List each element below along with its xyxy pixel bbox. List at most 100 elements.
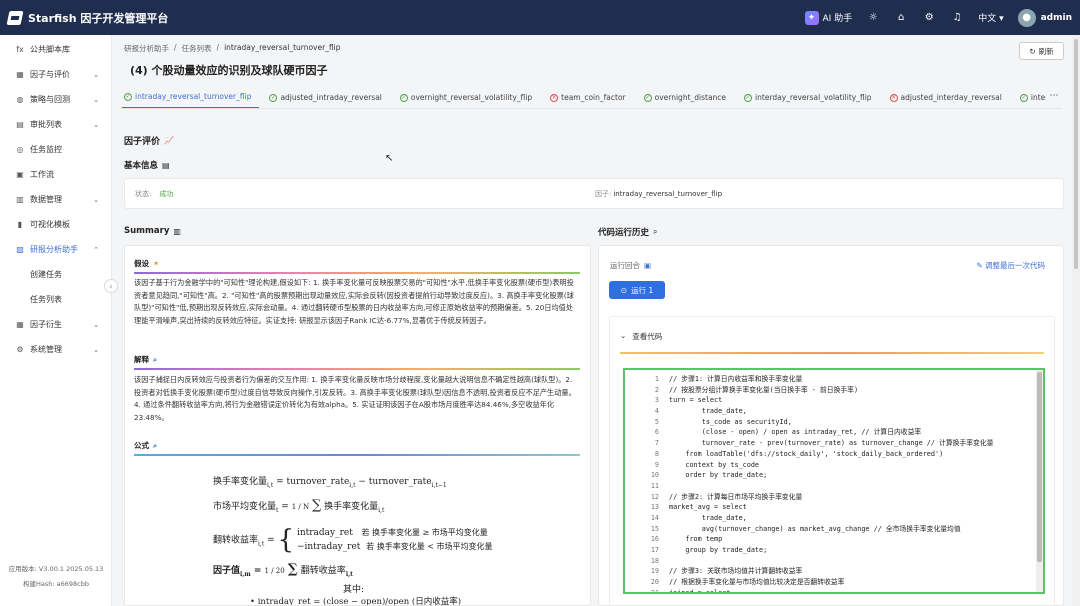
code-text: (close - open) / open as intraday_ret, /… — [669, 428, 922, 437]
line-number: 17 — [650, 546, 659, 554]
code-scrollbar[interactable] — [1036, 370, 1043, 592]
code-editor[interactable]: 1 // 步骤1: 计算日内收益率和换手率变化量 2 // 按股票分组计算换手率变化量… — [623, 368, 1045, 594]
starfish-logo-icon — [6, 10, 24, 25]
code-text: turnover_rate - prev(turnover_rate) as t… — [669, 439, 994, 448]
factor-eval-title: 因子评价 📈 — [124, 136, 174, 147]
code-text: context by ts_code — [669, 460, 760, 469]
code-text: joined = select — [669, 588, 731, 594]
user-menu[interactable]: ● admin — [1017, 8, 1072, 27]
formula-bullet: • intraday_ret = (close − open)/open (日内… — [250, 597, 462, 606]
page-title: (4) 个股动量效应的识别及球队硬币因子 — [130, 64, 328, 77]
code-text: group by trade_date; — [669, 546, 768, 554]
main-content: 研报分析助手 / 任务列表 / intraday_reversal_turnover… — [112, 35, 1072, 606]
tab-factor[interactable]: ✓ interday_reversal_volatility_flip — [742, 87, 880, 108]
chart-icon: ▮ — [17, 220, 23, 229]
notification-bell-icon[interactable]: ♫ — [950, 12, 964, 23]
line-number: 1 — [654, 375, 659, 383]
info-icon: ▣ — [644, 261, 652, 270]
collapse-sidebar-chevron-left-icon[interactable]: ‹ — [104, 279, 118, 293]
chevron-down-icon: ⌄ — [93, 195, 99, 204]
basic-info-title: 基本信息 ▤ — [124, 160, 170, 172]
list-icon: ▤ — [16, 120, 24, 129]
sidebar-item-workflow[interactable]: ▣ 工作流 — [0, 162, 111, 187]
tab-factor[interactable]: ✓ adjusted_intraday_reversal — [267, 87, 389, 108]
search-icon: ⌕ — [153, 440, 158, 450]
mouse-cursor-icon: ↖ — [385, 153, 394, 164]
app-title: Starfish 因子开发管理平台 — [28, 11, 169, 25]
sidebar-item-script-library[interactable]: fx 公共脚本库 — [0, 37, 111, 62]
sidebar-item-factor-eval[interactable]: ▦ 因子与评价 ⌄ — [0, 62, 111, 87]
code-text: from temp — [669, 535, 723, 544]
sidebar-item-task-monitor[interactable]: ◎ 任务监控 — [0, 137, 111, 162]
breadcrumb-item[interactable]: 任务列表 — [182, 43, 212, 54]
tab-factor[interactable]: × team_coin_factor — [548, 87, 633, 108]
sidebar-item-strategy[interactable]: ◍ 策略与回测 ⌄ — [0, 87, 111, 112]
status-badge: 成功 — [159, 189, 174, 198]
tab-factor[interactable]: ✓ intraday_reversal_turnover_flip — [122, 87, 260, 108]
chevron-up-icon: ⌃ — [93, 245, 99, 254]
sidebar-item-research-assistant[interactable]: ▧ 研报分析助手 ⌃ — [0, 237, 111, 262]
strategy-icon: ◍ — [16, 95, 24, 104]
check-circle-icon: ✓ — [744, 93, 753, 102]
sidebar-sub-task-list[interactable]: 任务列表 — [0, 287, 111, 312]
sidebar-item-factor-derive[interactable]: ▦ 因子衍生 ⌄ — [0, 312, 111, 337]
sidebar-item-system[interactable]: ⚙ 系统管理 ⌄ — [0, 337, 111, 362]
breadcrumb-item[interactable]: 研报分析助手 — [124, 43, 169, 54]
avatar-icon: ● — [1017, 8, 1036, 27]
check-circle-icon: ⊙ — [620, 285, 628, 295]
adjust-last-code-link[interactable]: ✎ 调整最后一次代码 — [976, 260, 1045, 271]
settings-gear-icon[interactable]: ⚙ — [922, 12, 936, 23]
code-line: 8 from loadTable('dfs://stock_daily', 's… — [625, 449, 1043, 460]
line-number: 15 — [650, 524, 659, 533]
sidebar-item-visual-template[interactable]: ▮ 可视化模板 — [0, 212, 111, 237]
summation-icon: ∑ — [287, 562, 298, 577]
sparkle-icon: ✦ — [804, 10, 819, 25]
line-number: 8 — [654, 449, 659, 458]
workflow-icon: ▣ — [16, 170, 24, 179]
more-tabs-icon[interactable]: ⋯ — [1046, 87, 1062, 108]
monitor-icon: ◎ — [16, 145, 24, 154]
home-icon[interactable]: ⌂ — [894, 12, 908, 23]
function-icon: fx — [16, 45, 24, 54]
error-circle-icon: × — [550, 93, 559, 102]
view-code-toggle[interactable]: ⌄ 查看代码 — [620, 331, 662, 342]
code-text: // 步骤2: 计算每日市场平均换手率变化量 — [669, 492, 803, 501]
check-circle-icon: ✓ — [1019, 93, 1028, 102]
tab-factor[interactable]: ✓ overnight_distance — [642, 87, 734, 108]
formula-line-3: 翻转收益率i,t = { intraday_ret 若 换手率变化量 ≥ 市场平… — [213, 525, 493, 555]
chevron-down-icon: ⌄ — [93, 70, 99, 79]
theme-sun-icon[interactable]: ☼ — [866, 12, 880, 23]
line-number: 7 — [654, 439, 659, 448]
chevron-down-icon: ⌄ — [93, 320, 99, 329]
sidebar-item-data[interactable]: ▥ 数据管理 ⌄ — [0, 187, 111, 212]
code-line: 1 // 步骤1: 计算日内收益率和换手率变化量 — [625, 374, 1043, 385]
gear-icon: ⚙ — [16, 345, 24, 354]
line-number: 10 — [650, 471, 659, 480]
top-bar: Starfish 因子开发管理平台 ✦ AI 助手 ☼ ⌂ ⚙ ♫ 中文 ▾ ●… — [0, 0, 1080, 35]
code-line: 3 turn = select — [625, 395, 1043, 406]
chevron-down-icon: ⌄ — [620, 331, 627, 340]
check-circle-icon: ✓ — [643, 93, 652, 102]
code-line: 17 group by trade_date; — [625, 545, 1043, 556]
page-scrollbar[interactable] — [1072, 35, 1080, 606]
line-number: 21 — [650, 588, 659, 594]
line-number: 20 — [650, 578, 659, 587]
sidebar-item-approval[interactable]: ▤ 审批列表 ⌄ — [0, 112, 111, 137]
language-select[interactable]: 中文 ▾ — [978, 11, 1003, 24]
tab-factor[interactable]: ✓ overnight_reversal_volatility_flip — [398, 87, 540, 108]
app-logo[interactable]: Starfish 因子开发管理平台 — [6, 10, 169, 26]
refresh-button[interactable]: ↻ 刷新 — [1019, 42, 1064, 60]
code-line: 18 — [625, 556, 1043, 567]
explanation-heading: 解释 ⌕ — [134, 354, 158, 365]
edit-icon: ✎ — [976, 261, 983, 270]
run-round-button[interactable]: ⊙ 运行 1 — [609, 281, 665, 299]
code-collapse-panel: ⌄ 查看代码 1 // 步骤1: 计算日内收益率和换手率变化量 2 // 按股票分组计… — [609, 316, 1055, 606]
code-history-title: 代码运行历史 ⌕ — [598, 227, 658, 238]
sidebar-sub-create-task[interactable]: 创建任务 — [0, 262, 111, 287]
ai-assistant-button[interactable]: ✦ AI 助手 — [804, 10, 852, 25]
breadcrumb-current: intraday_reversal_turnover_flip — [224, 43, 341, 52]
tab-factor[interactable]: × adjusted_interday_reversal — [888, 87, 1010, 108]
formula-line-1: 换手率变化量i,t = turnover_ratei,t − turnover_… — [213, 477, 447, 489]
line-number: 9 — [654, 460, 659, 469]
magnifier-icon: ⌕ — [653, 227, 658, 236]
